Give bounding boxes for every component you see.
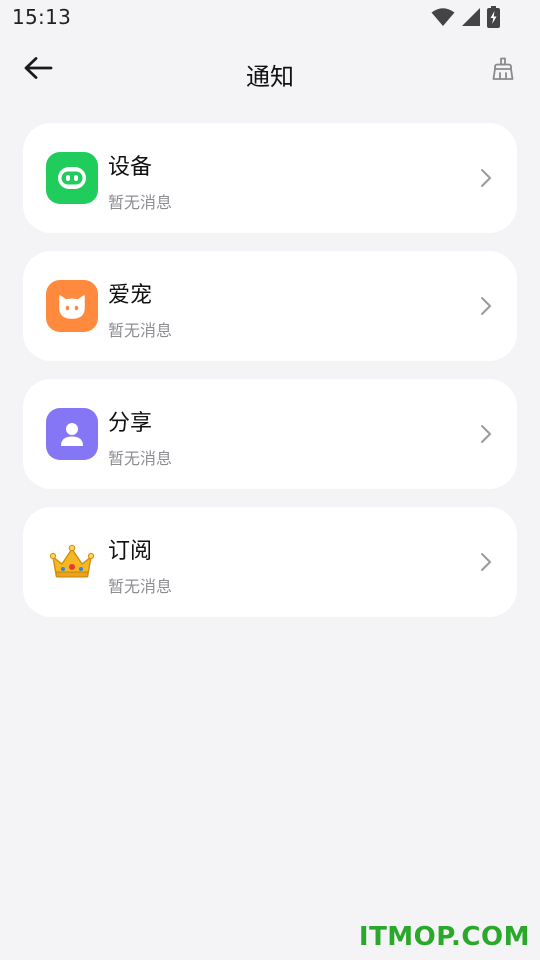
card-subtitle: 暂无消息 bbox=[108, 321, 173, 340]
notification-card-share[interactable]: 分享 暂无消息 bbox=[23, 379, 517, 489]
status-time: 15:13 bbox=[12, 5, 72, 29]
signal-icon bbox=[462, 8, 480, 26]
status-icons bbox=[431, 6, 500, 28]
card-title: 爱宠 bbox=[108, 283, 153, 308]
notification-card-pet[interactable]: 爱宠 暂无消息 bbox=[23, 251, 517, 361]
notification-card-subscription[interactable]: 订阅 暂无消息 bbox=[23, 507, 517, 617]
wifi-icon bbox=[431, 8, 455, 26]
person-icon bbox=[61, 423, 83, 446]
notification-card-device[interactable]: 设备 暂无消息 bbox=[23, 123, 517, 233]
subscription-category-icon bbox=[46, 536, 98, 588]
clear-notifications-button[interactable] bbox=[488, 54, 518, 84]
card-title: 设备 bbox=[108, 155, 153, 180]
crown-icon bbox=[49, 544, 95, 578]
status-bar: 15:13 bbox=[0, 0, 540, 36]
chevron-right-icon bbox=[481, 169, 491, 187]
notification-list: 设备 暂无消息 爱宠 暂无消息 分享 暂无消息 订阅 暂无消息 bbox=[23, 123, 517, 635]
card-subtitle: 暂无消息 bbox=[108, 449, 173, 468]
chevron-right-icon bbox=[481, 297, 491, 315]
chevron-right-icon bbox=[481, 425, 491, 443]
page-title: 通知 bbox=[246, 63, 294, 91]
pet-category-icon bbox=[46, 280, 98, 332]
battery-icon bbox=[487, 6, 500, 28]
chevron-right-icon bbox=[481, 553, 491, 571]
watermark-text: ITMOP.COM bbox=[358, 922, 530, 952]
card-title: 订阅 bbox=[108, 539, 153, 564]
card-title: 分享 bbox=[108, 411, 153, 436]
cat-icon bbox=[59, 295, 85, 319]
card-subtitle: 暂无消息 bbox=[108, 193, 173, 212]
card-subtitle: 暂无消息 bbox=[108, 577, 173, 596]
robot-icon bbox=[58, 167, 86, 189]
share-category-icon bbox=[46, 408, 98, 460]
device-category-icon bbox=[46, 152, 98, 204]
app-header: 通知 bbox=[0, 44, 540, 102]
broom-clear-icon bbox=[492, 57, 514, 80]
